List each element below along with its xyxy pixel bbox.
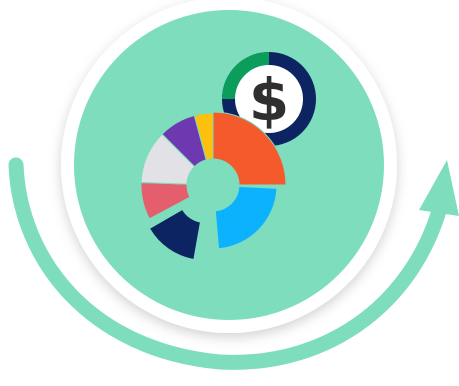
finance-cycle-illustration: $ <box>0 0 459 386</box>
dollar-sign: $ <box>249 66 289 134</box>
illustration-canvas: $ <box>8 0 459 370</box>
donut-hole <box>187 159 239 211</box>
